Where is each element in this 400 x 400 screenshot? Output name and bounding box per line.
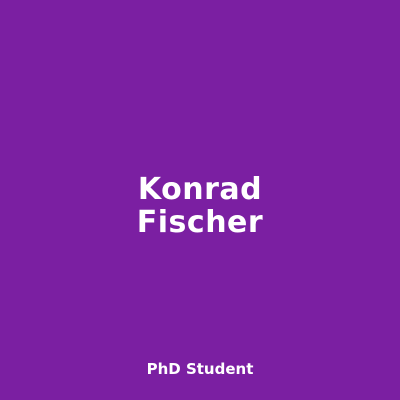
role-label: PhD Student	[146, 360, 254, 378]
person-name: Konrad Fischer	[0, 173, 400, 239]
last-name: Fischer	[136, 205, 264, 240]
first-name: Konrad	[137, 172, 263, 207]
profile-card: Konrad Fischer PhD Student	[0, 0, 400, 400]
